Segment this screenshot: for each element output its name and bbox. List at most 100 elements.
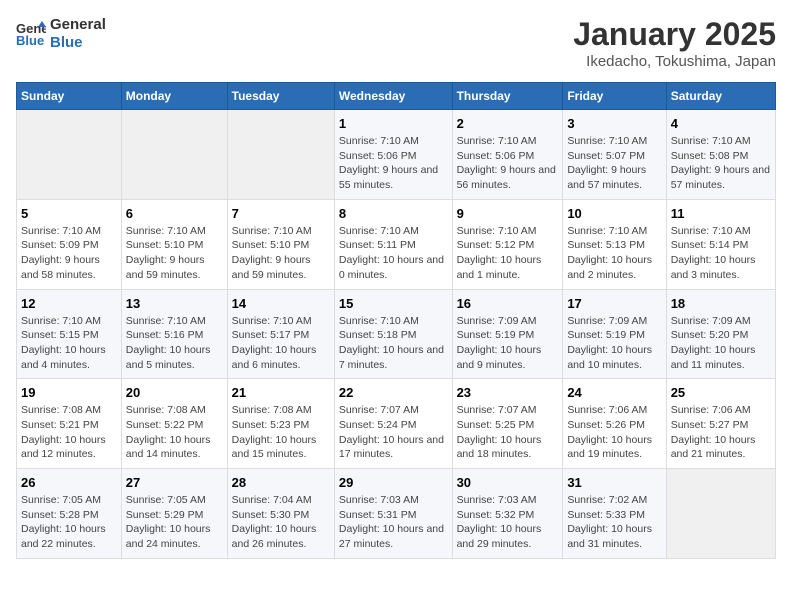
logo-line1: General (50, 16, 106, 34)
table-row: 1 Sunrise: 7:10 AMSunset: 5:06 PMDaylight… (334, 110, 452, 200)
table-row: 20Sunrise: 7:08 AMSunset: 5:22 PMDayligh… (121, 379, 227, 469)
day-info: Sunrise: 7:10 AMSunset: 5:10 PMDaylight:… (126, 224, 223, 283)
header-monday: Monday (121, 83, 227, 110)
table-row: 10 Sunrise: 7:10 AMSunset: 5:13 PMDayligh… (563, 199, 666, 289)
day-info: Sunrise: 7:06 AMSunset: 5:26 PMDaylight:… (567, 403, 661, 462)
calendar-title-block: January 2025 Ikedacho, Tokushima, Japan (573, 16, 776, 70)
table-row: 12 Sunrise: 7:10 AMSunset: 5:15 PMDayligh… (17, 289, 122, 379)
calendar-table: Sunday Monday Tuesday Wednesday Thursday… (16, 82, 776, 559)
calendar-week-row: 5 Sunrise: 7:10 AMSunset: 5:09 PMDaylight… (17, 199, 776, 289)
day-number: 22 (339, 385, 448, 400)
day-number: 29 (339, 475, 448, 490)
header-saturday: Saturday (666, 83, 775, 110)
day-number: 21 (232, 385, 330, 400)
table-row (121, 110, 227, 200)
day-info: Sunrise: 7:10 AMSunset: 5:15 PMDaylight:… (21, 314, 117, 373)
svg-text:Blue: Blue (16, 33, 44, 48)
table-row: 30 Sunrise: 7:03 AMSunset: 5:32 PMDayligh… (452, 469, 563, 559)
day-info: Sunrise: 7:10 AMSunset: 5:11 PMDaylight:… (339, 224, 448, 283)
day-info: Sunrise: 7:10 AMSunset: 5:08 PMDaylight:… (671, 134, 771, 193)
header-friday: Friday (563, 83, 666, 110)
table-row: 15Sunrise: 7:10 AMSunset: 5:18 PMDayligh… (334, 289, 452, 379)
day-info: Sunrise: 7:09 AMSunset: 5:19 PMDaylight:… (567, 314, 661, 373)
day-number: 30 (457, 475, 559, 490)
day-info: Sunrise: 7:09 AMSunset: 5:20 PMDaylight:… (671, 314, 771, 373)
table-row: 26 Sunrise: 7:05 AMSunset: 5:28 PMDayligh… (17, 469, 122, 559)
day-info: Sunrise: 7:10 AMSunset: 5:17 PMDaylight:… (232, 314, 330, 373)
day-info: Sunrise: 7:07 AMSunset: 5:25 PMDaylight:… (457, 403, 559, 462)
table-row: 2Sunrise: 7:10 AMSunset: 5:06 PMDaylight… (452, 110, 563, 200)
day-info: Sunrise: 7:08 AMSunset: 5:22 PMDaylight:… (126, 403, 223, 462)
header-tuesday: Tuesday (227, 83, 334, 110)
table-row: 28 Sunrise: 7:04 AMSunset: 5:30 PMDayligh… (227, 469, 334, 559)
day-info: Sunrise: 7:10 AMSunset: 5:10 PMDaylight:… (232, 224, 330, 283)
day-info: Sunrise: 7:03 AMSunset: 5:32 PMDaylight:… (457, 493, 559, 552)
day-number: 23 (457, 385, 559, 400)
calendar-week-row: 12 Sunrise: 7:10 AMSunset: 5:15 PMDayligh… (17, 289, 776, 379)
day-number: 4 (671, 116, 771, 131)
calendar-subtitle: Ikedacho, Tokushima, Japan (573, 53, 776, 70)
table-row: 23 Sunrise: 7:07 AMSunset: 5:25 PMDayligh… (452, 379, 563, 469)
day-number: 31 (567, 475, 661, 490)
day-info: Sunrise: 7:10 AMSunset: 5:06 PMDaylight:… (457, 134, 559, 193)
page-header: General Blue General Blue January 2025 I… (16, 16, 776, 70)
day-info: Sunrise: 7:10 AMSunset: 5:06 PMDaylight:… (339, 134, 448, 193)
table-row: 13Sunrise: 7:10 AMSunset: 5:16 PMDayligh… (121, 289, 227, 379)
day-info: Sunrise: 7:08 AMSunset: 5:21 PMDaylight:… (21, 403, 117, 462)
day-number: 1 (339, 116, 448, 131)
table-row (17, 110, 122, 200)
table-row: 8Sunrise: 7:10 AMSunset: 5:11 PMDaylight… (334, 199, 452, 289)
day-info: Sunrise: 7:10 AMSunset: 5:18 PMDaylight:… (339, 314, 448, 373)
table-row: 16 Sunrise: 7:09 AMSunset: 5:19 PMDayligh… (452, 289, 563, 379)
table-row (227, 110, 334, 200)
day-number: 24 (567, 385, 661, 400)
day-number: 14 (232, 296, 330, 311)
day-number: 19 (21, 385, 117, 400)
table-row: 17 Sunrise: 7:09 AMSunset: 5:19 PMDayligh… (563, 289, 666, 379)
table-row: 5 Sunrise: 7:10 AMSunset: 5:09 PMDaylight… (17, 199, 122, 289)
day-number: 5 (21, 206, 117, 221)
header-thursday: Thursday (452, 83, 563, 110)
day-info: Sunrise: 7:10 AMSunset: 5:09 PMDaylight:… (21, 224, 117, 283)
table-row: 22 Sunrise: 7:07 AMSunset: 5:24 PMDayligh… (334, 379, 452, 469)
logo-icon: General Blue (16, 19, 46, 49)
table-row: 29Sunrise: 7:03 AMSunset: 5:31 PMDayligh… (334, 469, 452, 559)
table-row: 18 Sunrise: 7:09 AMSunset: 5:20 PMDayligh… (666, 289, 775, 379)
day-info: Sunrise: 7:10 AMSunset: 5:16 PMDaylight:… (126, 314, 223, 373)
logo-line2: Blue (50, 34, 106, 52)
calendar-week-row: 19 Sunrise: 7:08 AMSunset: 5:21 PMDayligh… (17, 379, 776, 469)
day-number: 25 (671, 385, 771, 400)
day-info: Sunrise: 7:07 AMSunset: 5:24 PMDaylight:… (339, 403, 448, 462)
table-row: 3 Sunrise: 7:10 AMSunset: 5:07 PMDaylight… (563, 110, 666, 200)
day-number: 9 (457, 206, 559, 221)
header-wednesday: Wednesday (334, 83, 452, 110)
day-number: 6 (126, 206, 223, 221)
table-row: 21Sunrise: 7:08 AMSunset: 5:23 PMDayligh… (227, 379, 334, 469)
day-info: Sunrise: 7:05 AMSunset: 5:28 PMDaylight:… (21, 493, 117, 552)
table-row: 6 Sunrise: 7:10 AMSunset: 5:10 PMDaylight… (121, 199, 227, 289)
day-number: 26 (21, 475, 117, 490)
table-row: 9Sunrise: 7:10 AMSunset: 5:12 PMDaylight… (452, 199, 563, 289)
day-number: 10 (567, 206, 661, 221)
day-info: Sunrise: 7:09 AMSunset: 5:19 PMDaylight:… (457, 314, 559, 373)
day-number: 3 (567, 116, 661, 131)
day-info: Sunrise: 7:10 AMSunset: 5:13 PMDaylight:… (567, 224, 661, 283)
day-info: Sunrise: 7:06 AMSunset: 5:27 PMDaylight:… (671, 403, 771, 462)
day-info: Sunrise: 7:10 AMSunset: 5:07 PMDaylight:… (567, 134, 661, 193)
calendar-title: January 2025 (573, 16, 776, 53)
day-info: Sunrise: 7:04 AMSunset: 5:30 PMDaylight:… (232, 493, 330, 552)
day-info: Sunrise: 7:10 AMSunset: 5:14 PMDaylight:… (671, 224, 771, 283)
table-row: 11Sunrise: 7:10 AMSunset: 5:14 PMDayligh… (666, 199, 775, 289)
calendar-week-row: 26 Sunrise: 7:05 AMSunset: 5:28 PMDayligh… (17, 469, 776, 559)
table-row: 25 Sunrise: 7:06 AMSunset: 5:27 PMDayligh… (666, 379, 775, 469)
logo: General Blue General Blue (16, 16, 106, 52)
calendar-week-row: 1 Sunrise: 7:10 AMSunset: 5:06 PMDaylight… (17, 110, 776, 200)
table-row (666, 469, 775, 559)
day-number: 28 (232, 475, 330, 490)
day-number: 16 (457, 296, 559, 311)
day-info: Sunrise: 7:05 AMSunset: 5:29 PMDaylight:… (126, 493, 223, 552)
day-number: 18 (671, 296, 771, 311)
day-number: 12 (21, 296, 117, 311)
day-number: 27 (126, 475, 223, 490)
day-number: 17 (567, 296, 661, 311)
